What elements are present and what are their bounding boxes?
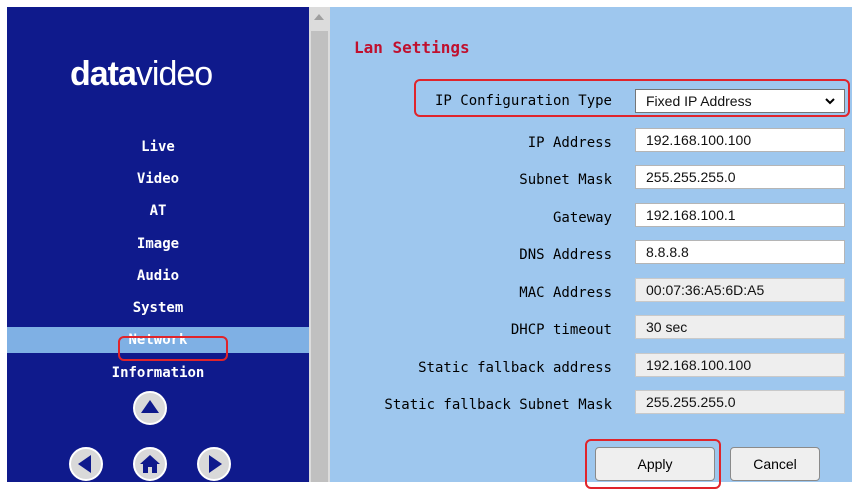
logo-part-video: video — [135, 55, 213, 93]
ip-configuration-type-label: IP Configuration Type — [434, 93, 612, 109]
scrollbar-thumb[interactable] — [311, 31, 328, 482]
dns-address-field[interactable]: 8.8.8.8 — [635, 240, 845, 264]
up-arrow-icon[interactable] — [133, 391, 167, 425]
dhcp-timeout-label: DHCP timeout — [510, 322, 612, 338]
sidebar-item-at[interactable]: AT — [7, 198, 309, 224]
right-arrow-icon[interactable] — [197, 447, 231, 481]
logo-part-data: data — [70, 55, 137, 93]
home-icon[interactable] — [133, 447, 167, 481]
sidebar-item-information[interactable]: Information — [7, 360, 309, 386]
sidebar-item-system[interactable]: System — [7, 295, 309, 321]
subnet-mask-label: Subnet Mask — [519, 172, 612, 188]
scroll-up-arrow-icon[interactable] — [314, 14, 324, 20]
gateway-label: Gateway — [552, 210, 612, 226]
sidebar-item-live[interactable]: Live — [7, 134, 309, 160]
sidebar-item-image[interactable]: Image — [7, 231, 309, 257]
mac-address-label: MAC Address — [519, 285, 612, 301]
sidebar-item-video[interactable]: Video — [7, 166, 309, 192]
static-fallback-subnet-mask-label: Static fallback Subnet Mask — [384, 397, 612, 413]
chevron-down-icon — [825, 98, 835, 105]
left-arrow-icon[interactable] — [69, 447, 103, 481]
static-fallback-address-label: Static fallback address — [418, 360, 612, 376]
datavideo-logo: datavideo — [70, 55, 213, 94]
mac-address-field: 00:07:36:A5:6D:A5 — [635, 278, 845, 302]
apply-button[interactable]: Apply — [595, 447, 715, 481]
dhcp-timeout-field: 30 sec — [635, 315, 845, 339]
sidebar: datavideo Live Video AT Image Audio Syst… — [7, 7, 309, 482]
static-fallback-address-field: 192.168.100.100 — [635, 353, 845, 377]
ip-configuration-type-select[interactable]: Fixed IP Address — [635, 89, 845, 113]
page-title: Lan Settings — [354, 38, 470, 57]
sidebar-item-audio[interactable]: Audio — [7, 263, 309, 289]
static-fallback-subnet-mask-field: 255.255.255.0 — [635, 390, 845, 414]
cancel-button[interactable]: Cancel — [730, 447, 820, 481]
network-highlight — [118, 336, 228, 361]
ip-address-field[interactable]: 192.168.100.100 — [635, 128, 845, 152]
ip-configuration-type-value: Fixed IP Address — [646, 93, 752, 109]
gateway-field[interactable]: 192.168.100.1 — [635, 203, 845, 227]
ip-address-label: IP Address — [527, 135, 612, 151]
dns-address-label: DNS Address — [519, 247, 612, 263]
subnet-mask-field[interactable]: 255.255.255.0 — [635, 165, 845, 189]
main-panel: Lan Settings IP Configuration Type Fixed… — [330, 7, 852, 489]
sidebar-scrollbar[interactable] — [309, 7, 330, 482]
